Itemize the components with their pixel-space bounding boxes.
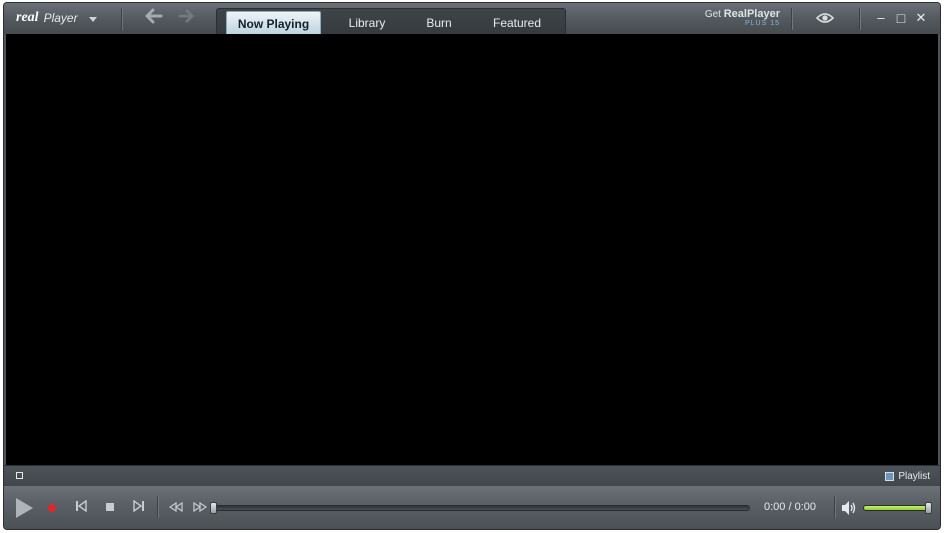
rewind-icon bbox=[168, 501, 183, 513]
divider bbox=[157, 496, 158, 518]
video-display[interactable] bbox=[6, 34, 938, 465]
next-button[interactable] bbox=[129, 498, 149, 518]
promo-prefix: Get bbox=[704, 9, 724, 20]
skip-previous-icon bbox=[76, 499, 87, 513]
mute-button[interactable] bbox=[840, 500, 858, 516]
seek-handle[interactable] bbox=[210, 502, 217, 514]
record-button[interactable] bbox=[42, 498, 62, 518]
status-bar: Playlist bbox=[4, 465, 940, 486]
main-tabs: Now Playing Library Burn Featured bbox=[216, 8, 566, 35]
realplayer-window: real Player Now Playing Library Burn Fea… bbox=[3, 2, 941, 530]
fast-forward-icon bbox=[193, 501, 208, 513]
playlist-label: Playlist bbox=[898, 470, 930, 482]
forward-button[interactable] bbox=[175, 7, 197, 29]
tab-featured[interactable]: Featured bbox=[477, 11, 557, 35]
speaker-icon bbox=[842, 501, 856, 515]
record-icon bbox=[48, 504, 56, 512]
volume-handle[interactable] bbox=[925, 502, 932, 514]
play-icon bbox=[16, 498, 33, 518]
play-button[interactable] bbox=[12, 494, 40, 522]
volume-level bbox=[864, 506, 929, 510]
logo-mark: real bbox=[16, 10, 39, 25]
chevron-down-icon bbox=[88, 16, 97, 22]
promo-line: Get RealPlayer bbox=[702, 8, 780, 21]
arrow-right-icon bbox=[178, 9, 194, 23]
skip-next-icon bbox=[133, 499, 144, 513]
tab-now-playing[interactable]: Now Playing bbox=[226, 11, 321, 35]
divider bbox=[121, 8, 122, 30]
promo-name: RealPlayer bbox=[723, 8, 780, 20]
playlist-icon bbox=[885, 471, 895, 481]
realplayer-menu[interactable]: real Player bbox=[16, 8, 97, 28]
close-button[interactable]: ✕ bbox=[913, 9, 929, 27]
playlist-button[interactable]: Playlist bbox=[885, 469, 930, 483]
stop-icon bbox=[106, 503, 114, 511]
minimize-button[interactable]: – bbox=[873, 9, 889, 27]
volume-slider[interactable] bbox=[863, 502, 932, 514]
divider bbox=[834, 496, 835, 518]
toggle-view-button[interactable] bbox=[16, 472, 23, 479]
stop-button[interactable] bbox=[100, 498, 120, 518]
promo-edition: PLUS 15 bbox=[744, 20, 780, 27]
get-realplayer-plus-link[interactable]: Get RealPlayer PLUS 15 bbox=[702, 9, 780, 31]
eye-icon bbox=[815, 13, 835, 23]
back-button[interactable] bbox=[143, 7, 165, 29]
fast-forward-button[interactable] bbox=[190, 498, 210, 518]
previous-button[interactable] bbox=[71, 498, 91, 518]
time-display: 0:00 / 0:00 bbox=[764, 501, 816, 513]
divider bbox=[859, 8, 860, 30]
divider bbox=[791, 8, 792, 30]
seek-slider[interactable] bbox=[210, 502, 750, 514]
title-bar: real Player Now Playing Library Burn Fea… bbox=[4, 3, 940, 35]
tab-library[interactable]: Library bbox=[333, 11, 401, 35]
logo-word: Player bbox=[43, 11, 78, 25]
arrow-left-icon bbox=[145, 8, 163, 24]
eye-button[interactable] bbox=[815, 11, 835, 23]
tab-burn[interactable]: Burn bbox=[413, 11, 465, 35]
control-bar: 0:00 / 0:00 bbox=[4, 486, 940, 529]
maximize-button[interactable]: □ bbox=[893, 9, 909, 27]
rewind-button[interactable] bbox=[166, 498, 186, 518]
